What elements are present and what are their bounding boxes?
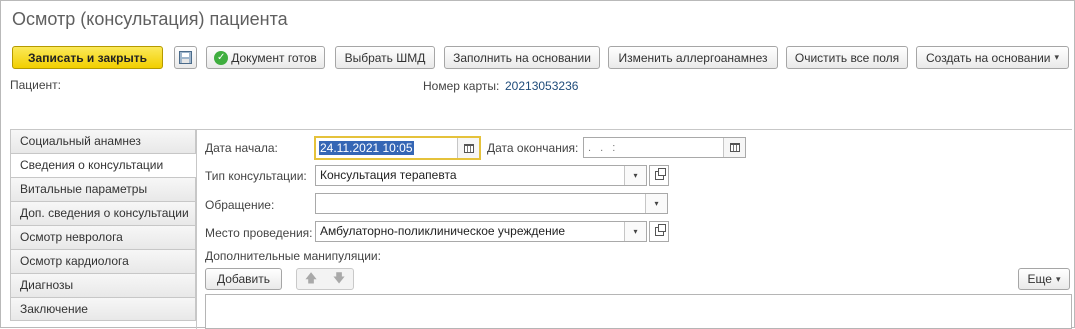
extra-manipulations-label: Дополнительные манипуляции: — [205, 249, 381, 263]
consult-type-label: Тип консультации: — [205, 169, 307, 183]
tab-neurologist-exam[interactable]: Осмотр невролога — [10, 225, 196, 249]
tab-diagnoses[interactable]: Диагнозы — [10, 273, 196, 297]
tab-consultation-info[interactable]: Сведения о консультации — [10, 153, 196, 177]
clear-all-fields-button[interactable]: Очистить все поля — [786, 46, 908, 69]
chevron-down-icon[interactable]: ▾ — [645, 194, 667, 213]
place-label: Место проведения: — [205, 226, 313, 240]
start-date-field[interactable]: 24.11.2021 10:05 — [314, 136, 481, 160]
section-tabs: Социальный анамнез Сведения о консультац… — [10, 129, 196, 321]
start-date-label: Дата начала: — [205, 141, 278, 155]
manipulations-table[interactable] — [205, 294, 1072, 329]
end-date-calendar-button[interactable] — [723, 138, 745, 157]
start-date-calendar-button[interactable] — [457, 138, 479, 158]
place-select[interactable]: Амбулаторно-поликлиническое учреждение ▾ — [315, 221, 647, 242]
appeal-select[interactable]: ▾ — [315, 193, 668, 214]
add-button[interactable]: Добавить — [205, 268, 282, 290]
card-number-value[interactable]: 20213053236 — [505, 79, 578, 93]
card-number-label: Номер карты: — [423, 79, 500, 93]
create-based-on-button[interactable]: Создать на основании ▾ — [916, 46, 1069, 69]
floppy-save-icon — [179, 51, 192, 64]
more-button[interactable]: Еще ▾ — [1018, 268, 1070, 290]
chevron-down-icon[interactable]: ▾ — [624, 166, 646, 185]
save-button[interactable] — [174, 46, 197, 69]
chevron-down-icon: ▾ — [1055, 273, 1061, 284]
document-window: Осмотр (консультация) пациента Записать … — [0, 0, 1075, 329]
open-form-icon — [654, 168, 666, 180]
end-date-field[interactable]: . . : — [583, 137, 746, 158]
tab-cardiologist-exam[interactable]: Осмотр кардиолога — [10, 249, 196, 273]
consult-type-open-button[interactable] — [649, 165, 669, 186]
end-date-label: Дата окончания: — [487, 141, 579, 155]
tab-conclusion[interactable]: Заключение — [10, 297, 196, 321]
place-open-button[interactable] — [649, 221, 669, 242]
document-ready-label: Документ готов — [231, 50, 317, 65]
chevron-down-icon[interactable]: ▾ — [624, 222, 646, 241]
appeal-label: Обращение: — [205, 198, 275, 212]
place-value: Амбулаторно-поликлиническое учреждение — [320, 224, 566, 238]
fill-based-on-button[interactable]: Заполнить на основании — [444, 46, 600, 69]
document-ready-button[interactable]: ✓ Документ готов — [206, 46, 325, 69]
move-buttons: 🡅 🡇 — [296, 268, 354, 290]
move-up-arrow-icon[interactable]: 🡅 — [305, 269, 317, 290]
save-and-close-button[interactable]: Записать и закрыть — [12, 46, 163, 69]
calendar-icon — [729, 143, 740, 152]
tab-social-anamnesis[interactable]: Социальный анамнез — [10, 129, 196, 153]
tab-vital-parameters[interactable]: Витальные параметры — [10, 177, 196, 201]
tab-additional-consultation-info[interactable]: Доп. сведения о консультации — [10, 201, 196, 225]
chevron-down-icon: ▾ — [1054, 52, 1060, 62]
green-check-icon: ✓ — [214, 50, 229, 65]
window-title: Осмотр (консультация) пациента — [12, 9, 288, 29]
end-date-mask: . . : — [588, 142, 619, 154]
consult-type-value: Консультация терапевта — [320, 168, 457, 182]
more-label: Еще — [1027, 272, 1052, 286]
calendar-icon — [463, 143, 474, 153]
move-down-arrow-icon[interactable]: 🡇 — [333, 269, 345, 290]
start-date-value: 24.11.2021 10:05 — [319, 141, 414, 155]
consult-type-select[interactable]: Консультация терапевта ▾ — [315, 165, 647, 186]
patient-label: Пациент: — [10, 78, 62, 92]
choose-shmd-button[interactable]: Выбрать ШМД — [335, 46, 435, 69]
change-allergo-button[interactable]: Изменить аллергоанамнез — [608, 46, 778, 69]
open-form-icon — [654, 224, 666, 236]
create-based-on-label: Создать на основании — [925, 50, 1051, 65]
